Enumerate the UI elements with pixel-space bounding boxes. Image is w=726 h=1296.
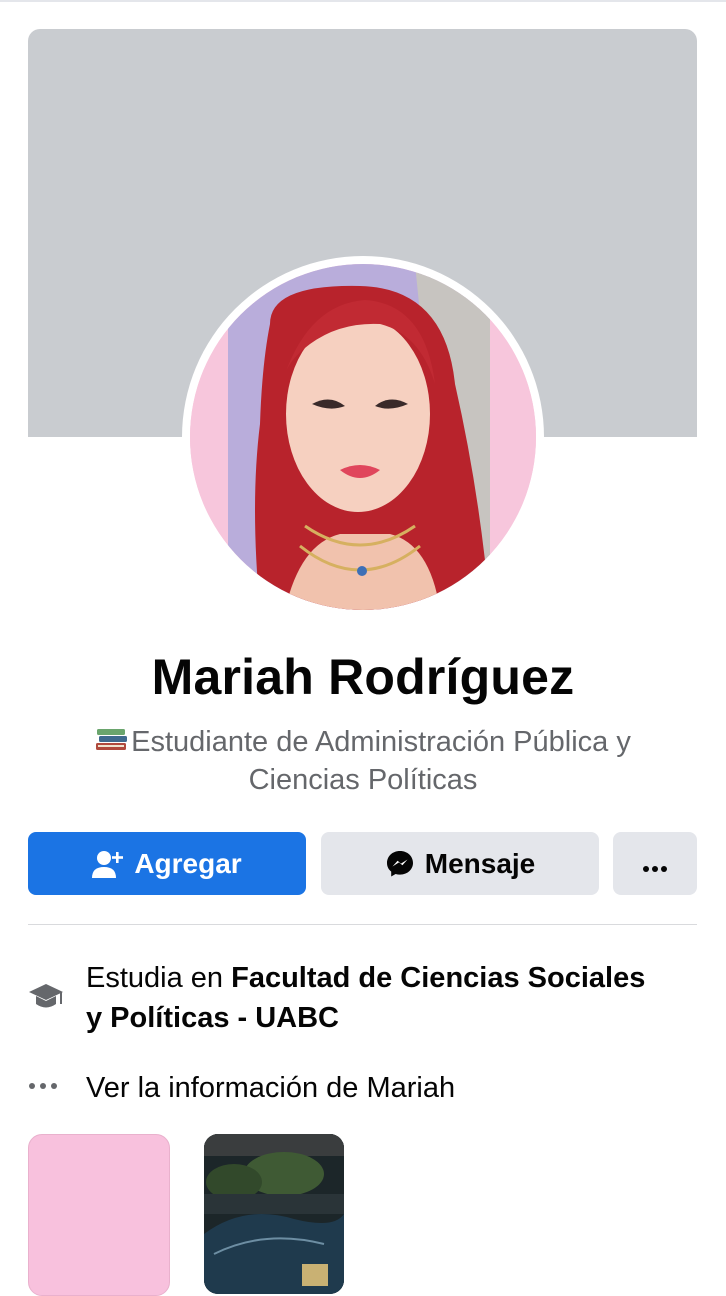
graduation-cap-icon — [28, 980, 64, 1016]
avatar-photo — [190, 264, 536, 610]
top-divider — [0, 0, 726, 2]
profile-avatar[interactable] — [190, 264, 536, 610]
add-friend-icon — [92, 849, 124, 879]
more-dots-icon — [642, 848, 668, 880]
bio-text: Estudiante de Administración Pública y C… — [131, 726, 631, 796]
add-friend-button[interactable]: Agregar — [28, 832, 306, 895]
education-text: Estudia en Facultad de Ciencias Sociales… — [86, 958, 646, 1038]
featured-photo-thumbnail[interactable] — [204, 1134, 344, 1294]
message-button[interactable]: Mensaje — [321, 832, 599, 895]
education-prefix: Estudia en — [86, 962, 232, 994]
section-divider — [28, 924, 697, 925]
more-dots-icon — [28, 1068, 64, 1104]
see-info-link[interactable]: Ver la información de Mariah — [28, 1068, 646, 1108]
messenger-icon — [385, 849, 415, 879]
featured-photo-thumbnail[interactable] — [28, 1134, 170, 1296]
see-info-label: Ver la información de Mariah — [86, 1072, 456, 1104]
profile-bio: Estudiante de Administración Pública y C… — [70, 724, 656, 798]
add-friend-label: Agregar — [134, 847, 242, 879]
education-info: Estudia en Facultad de Ciencias Sociales… — [28, 958, 646, 1038]
profile-name: Mariah Rodríguez — [151, 649, 575, 705]
books-icon — [95, 726, 129, 762]
more-options-button[interactable] — [613, 832, 697, 895]
message-label: Mensaje — [424, 847, 536, 879]
